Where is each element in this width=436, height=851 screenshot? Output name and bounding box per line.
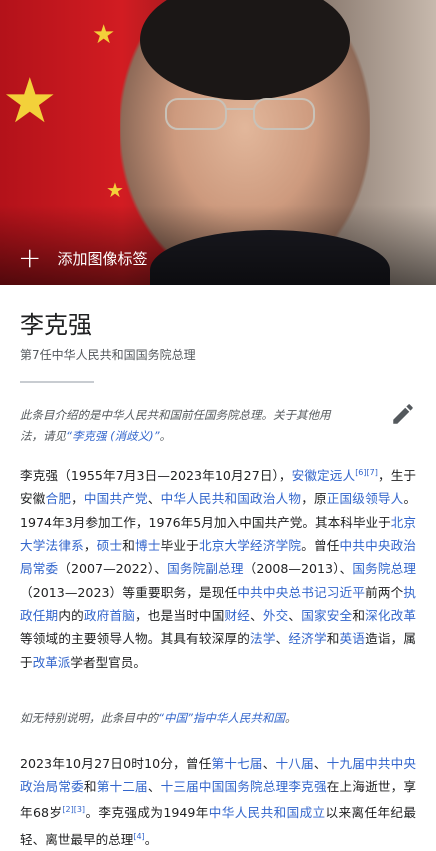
article-link[interactable]: 第十二届 <box>97 779 148 794</box>
text-run: 等领域的主要领导人物。其具有较深厚的 <box>20 631 251 647</box>
article-link[interactable]: 政府首脑 <box>84 608 135 623</box>
china-note-link[interactable]: “中国”指中华人民共和国 <box>158 711 285 725</box>
text-run: 。李克强成为1949年 <box>85 805 209 821</box>
citation-link[interactable]: [3] <box>74 805 85 814</box>
citation-link[interactable]: [4] <box>133 832 144 841</box>
scope-note: 如无特别说明，此条目中的“中国”指中华人民共和国。 <box>20 710 297 725</box>
text-run: 、 <box>313 755 327 771</box>
text-run: ， <box>83 538 97 554</box>
article-link[interactable]: 国务院总理 <box>352 561 416 576</box>
text-run: 和 <box>352 607 366 623</box>
title-divider <box>20 381 94 383</box>
article-link[interactable]: 十三届中国国务院总理李克强 <box>161 779 327 794</box>
article-link[interactable]: 中华人民共和国成立 <box>209 806 326 821</box>
article-link[interactable]: 法学 <box>250 631 276 646</box>
article-link[interactable]: 中共中央总书记习近平 <box>237 585 365 600</box>
article-content: 李克强 第7任中华人民共和国国务院总理 此条目介绍的是中华人民共和国前任国务院总… <box>0 305 436 851</box>
page-title: 李克强 <box>20 311 92 339</box>
article-link[interactable]: 博士 <box>135 538 161 553</box>
text-run: ， <box>71 491 84 507</box>
plus-icon: + <box>18 241 42 274</box>
article-link[interactable]: 正国级领导人 <box>327 491 404 506</box>
article-link[interactable]: 改革派 <box>33 655 71 670</box>
add-image-caption-button[interactable]: + 添加图像标签 <box>18 244 147 272</box>
text-run: 前两个 <box>365 584 404 600</box>
text-run: 、 <box>288 607 302 623</box>
citation-link[interactable]: [6] <box>355 468 366 477</box>
article-link[interactable]: 合肥 <box>46 491 72 506</box>
hatnote-row: 此条目介绍的是中华人民共和国前任国务院总理。关于其他用法，请见“李克强 (消歧义… <box>20 404 416 447</box>
text-run: 。曾任 <box>301 538 340 554</box>
text-run: （2013—2023）等重要职务，是现任 <box>20 584 238 600</box>
article-link[interactable]: 深化改革 <box>365 608 416 623</box>
text-run: （2008—2013）、 <box>243 561 353 577</box>
page-subtitle: 第7任中华人民共和国国务院总理 <box>20 348 196 362</box>
article-link[interactable]: 安徽定远人 <box>292 468 356 483</box>
add-caption-label: 添加图像标签 <box>57 249 148 268</box>
lead-paragraph: 李克强（1955年7月3日—2023年10月27日），安徽定远人[6][7]，生… <box>20 461 416 674</box>
text-run: 和 <box>122 538 136 554</box>
hatnote: 此条目介绍的是中华人民共和国前任国务院总理。关于其他用法，请见“李克强 (消歧义… <box>20 408 331 443</box>
text-run: 内的 <box>58 607 84 623</box>
glasses-shape <box>165 98 315 130</box>
article-link[interactable]: 国务院副总理 <box>167 561 244 576</box>
edit-pencil-icon[interactable] <box>390 401 416 427</box>
lead-image[interactable]: ★ ★ ★ + 添加图像标签 <box>0 0 436 285</box>
flag-small-star-icon: ★ <box>92 20 116 50</box>
article-link[interactable]: 财经 <box>225 608 251 623</box>
flag-star-icon: ★ <box>2 64 58 137</box>
text-run: ，原 <box>301 491 327 507</box>
text-run: 学者型官员。 <box>70 654 146 670</box>
text-run: 、 <box>275 631 289 647</box>
citation-link[interactable]: [7] <box>367 468 378 477</box>
article-link[interactable]: 经济学 <box>288 631 326 646</box>
article-link[interactable]: 国家安全 <box>301 608 352 623</box>
text-run: 、 <box>147 491 161 507</box>
article-link[interactable]: 外交 <box>263 608 289 623</box>
article-link[interactable]: 十八届 <box>275 756 313 771</box>
text-run: 和 <box>326 631 340 647</box>
text-run: （2007—2022）、 <box>58 561 168 577</box>
text-run: 李克强（1955年7月3日—2023年10月27日）， <box>20 468 292 484</box>
text-run: 、 <box>262 755 276 771</box>
text-run: 。 <box>144 832 158 848</box>
text-run: ，也是当时中国 <box>135 607 225 623</box>
disambiguation-link[interactable]: “李克强 (消歧义)” <box>66 429 160 443</box>
article-link[interactable]: 英语 <box>340 631 366 646</box>
article-link[interactable]: 硕士 <box>97 538 123 553</box>
text-run: 、 <box>147 779 161 795</box>
article-link[interactable]: 第十七届 <box>212 756 263 771</box>
text-run: 毕业于 <box>160 538 199 554</box>
article-link[interactable]: 北京大学经济学院 <box>199 538 301 553</box>
article-link[interactable]: 中国共产党 <box>84 491 148 506</box>
text-run: 2023年10月27日0时10分，曾任 <box>20 755 212 771</box>
citation-link[interactable]: [2] <box>62 805 73 814</box>
death-paragraph: 2023年10月27日0时10分，曾任第十七届、十八届、十九届中共中央政治局常委… <box>20 752 416 851</box>
text-run: 、 <box>250 607 263 623</box>
article-link[interactable]: 中华人民共和国政治人物 <box>161 491 302 506</box>
text-run: 和 <box>83 779 97 795</box>
